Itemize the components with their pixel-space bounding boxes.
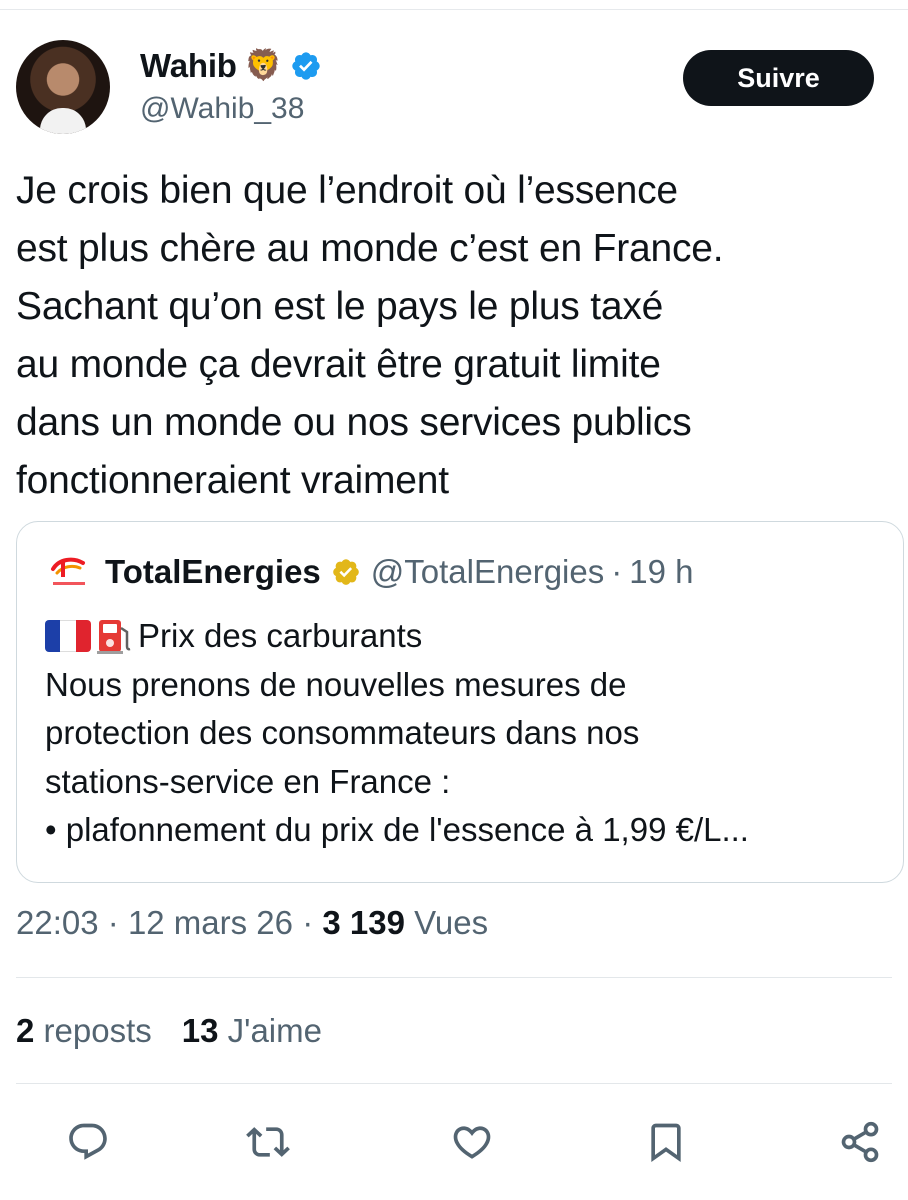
share-icon: [841, 1121, 879, 1163]
top-divider: [0, 9, 908, 10]
tweet-meta: 22:03 · 12 mars 26 · 3 139 Vues: [16, 904, 488, 942]
views-label: Vues: [414, 904, 489, 941]
gold-verified-badge-icon: [332, 559, 359, 585]
author-name-row[interactable]: Wahib 🦁: [140, 46, 322, 86]
quoted-text-line: • plafonnement du prix de l'essence à 1,…: [45, 811, 749, 848]
verified-badge-icon[interactable]: [290, 50, 322, 82]
likes-label: J'aime: [227, 1012, 322, 1049]
lion-emoji-icon: 🦁: [244, 49, 283, 82]
quoted-text-line: Nous prenons de nouvelles mesures de: [45, 665, 627, 703]
meta-separator: ·: [107, 904, 119, 941]
author-display-name[interactable]: Wahib: [140, 47, 237, 85]
tweet-date[interactable]: 12 mars 26: [128, 904, 293, 941]
like-icon: [453, 1126, 491, 1159]
tweet-text: Je crois bien que l’endroit où l’essence…: [16, 162, 896, 510]
quoted-title-line: Prix des carburants: [45, 612, 749, 661]
tweet-text-line: au monde ça devrait être gratuit limite: [16, 343, 661, 386]
repost-button[interactable]: [244, 1118, 292, 1166]
tweet-text-line: Sachant qu’on est le pays le plus taxé: [16, 285, 664, 328]
totalenergies-logo-icon: [51, 557, 85, 585]
quoted-display-name[interactable]: TotalEnergies: [105, 553, 321, 591]
quoted-separator: ·: [611, 553, 623, 590]
bookmark-button[interactable]: [642, 1118, 690, 1166]
meta-separator: ·: [302, 904, 314, 941]
quoted-handle[interactable]: @TotalEnergies: [371, 553, 604, 591]
repost-icon: [246, 1127, 290, 1157]
views-count: 3 139: [322, 904, 405, 941]
fuel-pump-icon: [97, 620, 131, 655]
divider: [16, 977, 892, 978]
quoted-text-line: protection des consommateurs dans nos: [45, 714, 640, 751]
tweet-text-line: fonctionneraient vraiment: [16, 459, 449, 502]
likes-count: 13: [181, 1012, 219, 1049]
reposts-stat[interactable]: 2 reposts: [16, 1012, 152, 1049]
reply-button[interactable]: [64, 1118, 112, 1166]
tweet-text-line: dans un monde ou nos services publics: [16, 401, 692, 444]
likes-stat[interactable]: 13 J'aime: [182, 1012, 322, 1049]
avatar[interactable]: [16, 40, 110, 134]
follow-button[interactable]: Suivre: [683, 50, 874, 106]
quoted-title: Prix des carburants: [138, 617, 423, 654]
like-button[interactable]: [448, 1118, 496, 1166]
reposts-label: reposts: [43, 1012, 152, 1049]
reposts-count: 2: [16, 1012, 35, 1049]
bookmark-icon: [651, 1123, 681, 1163]
quoted-tweet-card[interactable]: TotalEnergies @TotalEnergies · 19 h Prix…: [16, 521, 904, 883]
quoted-text: Prix des carburants Nous prenons de nouv…: [45, 612, 749, 855]
tweet-text-line: Je crois bien que l’endroit où l’essence: [16, 169, 678, 212]
reply-icon: [69, 1123, 107, 1160]
engagement-stats: 2 reposts 13 J'aime: [16, 1012, 322, 1050]
share-button[interactable]: [836, 1118, 884, 1166]
flag-france-icon: [45, 620, 91, 653]
tweet-time[interactable]: 22:03: [16, 904, 99, 941]
quoted-time[interactable]: 19 h: [629, 553, 693, 591]
author-handle[interactable]: @Wahib_38: [140, 92, 304, 126]
divider: [16, 1083, 892, 1084]
quoted-header: TotalEnergies @TotalEnergies · 19 h: [47, 550, 693, 594]
tweet-text-line: est plus chère au monde c’est en France.: [16, 227, 724, 270]
quoted-text-line: stations-service en France :: [45, 762, 451, 800]
